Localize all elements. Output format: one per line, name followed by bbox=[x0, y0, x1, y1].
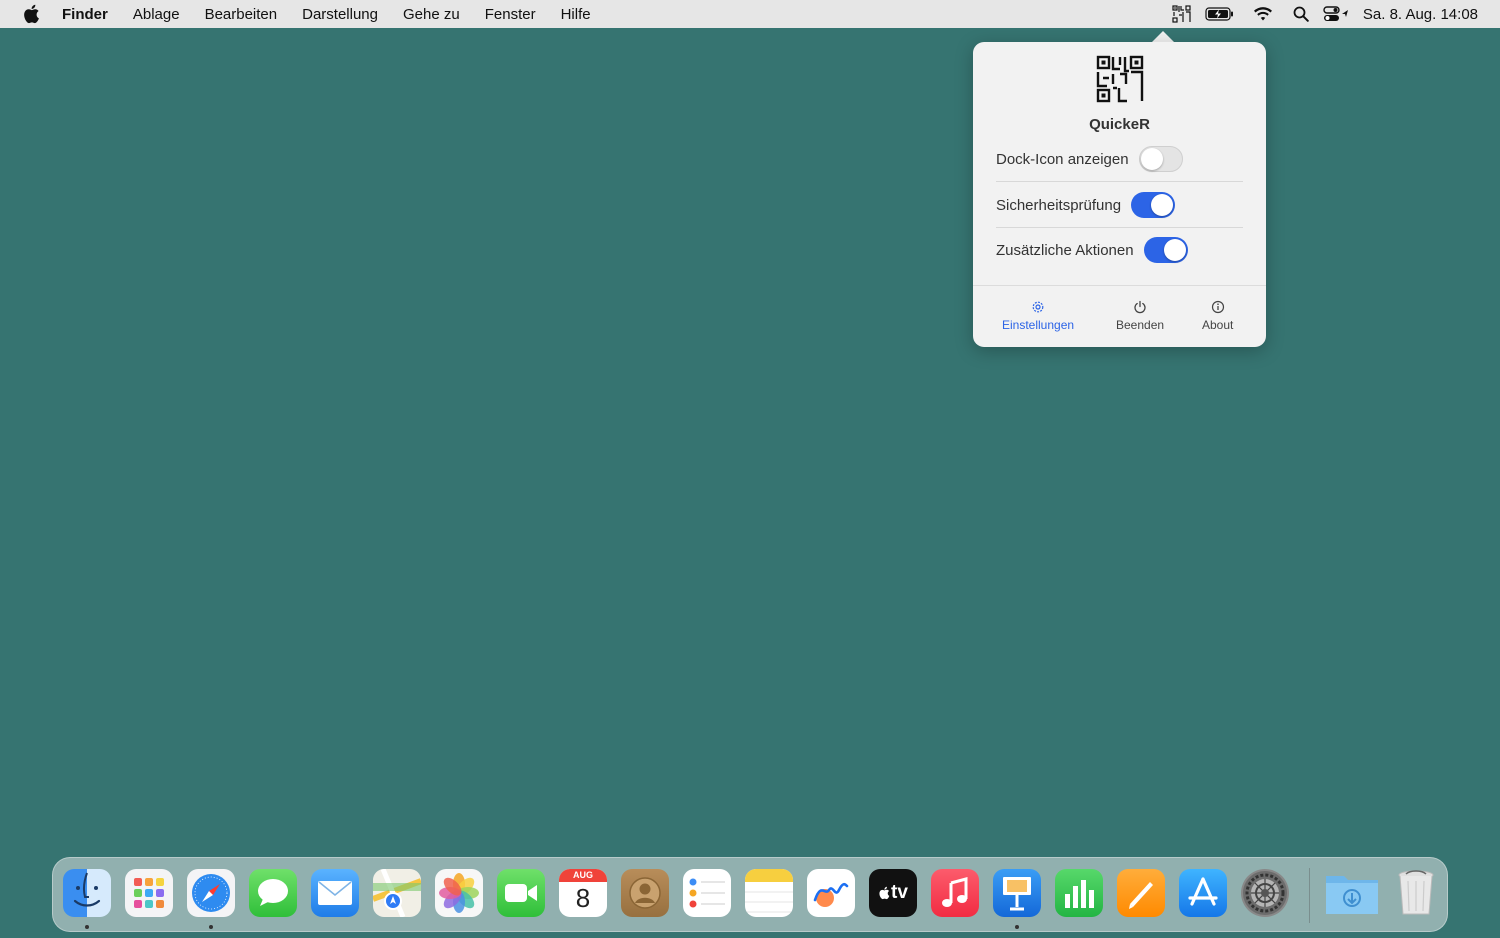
setting-dock-icon-label: Dock-Icon anzeigen bbox=[996, 150, 1129, 168]
power-icon bbox=[1134, 300, 1146, 314]
dock-icon-toggle[interactable] bbox=[1138, 146, 1183, 172]
footer-separator bbox=[973, 285, 1266, 286]
maps-icon[interactable] bbox=[373, 869, 421, 917]
menu-hilfe[interactable]: Hilfe bbox=[561, 6, 591, 23]
setting-extra-actions-label: Zusätzliche Aktionen bbox=[996, 241, 1134, 259]
pages-icon[interactable] bbox=[1117, 869, 1165, 917]
toggle-knob bbox=[1151, 194, 1174, 216]
keynote-icon[interactable] bbox=[993, 869, 1041, 917]
toggle-knob bbox=[1163, 239, 1186, 261]
numbers-icon[interactable] bbox=[1055, 869, 1103, 917]
photos-icon[interactable] bbox=[435, 869, 483, 917]
mail-icon[interactable] bbox=[311, 869, 359, 917]
music-icon[interactable] bbox=[931, 869, 979, 917]
reminders-icon[interactable] bbox=[683, 869, 731, 917]
running-indicator bbox=[1015, 925, 1019, 929]
spotlight-icon[interactable] bbox=[1283, 0, 1319, 28]
menu-gehe-zu[interactable]: Gehe zu bbox=[403, 6, 460, 23]
menu-ablage[interactable]: Ablage bbox=[133, 6, 180, 23]
menu-bar: Finder Ablage Bearbeiten Darstellung Geh… bbox=[0, 0, 1500, 28]
menu-darstellung[interactable]: Darstellung bbox=[302, 6, 378, 23]
running-indicator bbox=[85, 925, 89, 929]
safari-icon[interactable] bbox=[187, 869, 235, 917]
settings-button[interactable]: Einstellungen bbox=[1002, 300, 1074, 332]
setting-dock-icon: Dock-Icon anzeigen bbox=[996, 137, 1243, 181]
quit-button-label: Beenden bbox=[1116, 318, 1165, 332]
wifi-icon[interactable] bbox=[1243, 0, 1283, 28]
apple-menu-icon[interactable] bbox=[22, 4, 42, 24]
dock: AUG 8 tv bbox=[52, 857, 1448, 932]
notes-header bbox=[745, 869, 793, 882]
gear-icon bbox=[1032, 301, 1044, 313]
control-center-icon[interactable] bbox=[1319, 0, 1355, 28]
quicker-popover: QuickeR Dock-Icon anzeigen Sicherheitspr… bbox=[973, 42, 1266, 347]
quit-button[interactable]: Beenden bbox=[1116, 300, 1164, 332]
notes-icon[interactable] bbox=[745, 869, 793, 917]
system-settings-icon[interactable] bbox=[1241, 869, 1289, 917]
setting-security-check-label: Sicherheitsprüfung bbox=[996, 196, 1122, 214]
messages-icon[interactable] bbox=[249, 869, 297, 917]
appstore-icon[interactable] bbox=[1179, 869, 1227, 917]
freeform-icon[interactable] bbox=[807, 869, 855, 917]
running-indicator bbox=[209, 925, 213, 929]
about-button[interactable]: About bbox=[1202, 300, 1233, 332]
finder-icon[interactable] bbox=[63, 869, 111, 917]
facetime-icon[interactable] bbox=[497, 869, 545, 917]
quicker-menu-icon[interactable] bbox=[1167, 0, 1197, 28]
menu-fenster[interactable]: Fenster bbox=[485, 6, 536, 23]
contacts-icon[interactable] bbox=[621, 869, 669, 917]
downloads-folder-icon[interactable] bbox=[1324, 869, 1380, 917]
about-button-label: About bbox=[1202, 318, 1234, 332]
calendar-icon[interactable]: AUG 8 bbox=[559, 869, 607, 917]
battery-icon[interactable] bbox=[1197, 0, 1243, 28]
menubar-clock[interactable]: Sa. 8. Aug. 14:08 bbox=[1363, 6, 1478, 23]
launchpad-icon[interactable] bbox=[125, 869, 173, 917]
trash-icon[interactable] bbox=[1392, 869, 1440, 917]
settings-button-label: Einstellungen bbox=[1002, 318, 1075, 332]
menu-bearbeiten[interactable]: Bearbeiten bbox=[205, 6, 278, 23]
calendar-month: AUG bbox=[559, 869, 607, 882]
quicker-logo-icon bbox=[1095, 54, 1145, 104]
appletv-icon[interactable]: tv bbox=[869, 869, 917, 917]
security-check-toggle[interactable] bbox=[1131, 192, 1176, 218]
popover-app-title: QuickeR bbox=[1089, 116, 1150, 133]
info-icon bbox=[1211, 300, 1224, 314]
setting-extra-actions: Zusätzliche Aktionen bbox=[996, 228, 1243, 272]
separator bbox=[996, 181, 1243, 182]
tv-label: tv bbox=[891, 882, 908, 903]
extra-actions-toggle[interactable] bbox=[1143, 237, 1188, 263]
setting-security-check: Sicherheitsprüfung bbox=[996, 183, 1243, 227]
toggle-knob bbox=[1140, 148, 1163, 170]
dock-divider bbox=[1309, 868, 1310, 923]
calendar-day: 8 bbox=[575, 883, 591, 913]
menu-app-name[interactable]: Finder bbox=[62, 6, 108, 23]
